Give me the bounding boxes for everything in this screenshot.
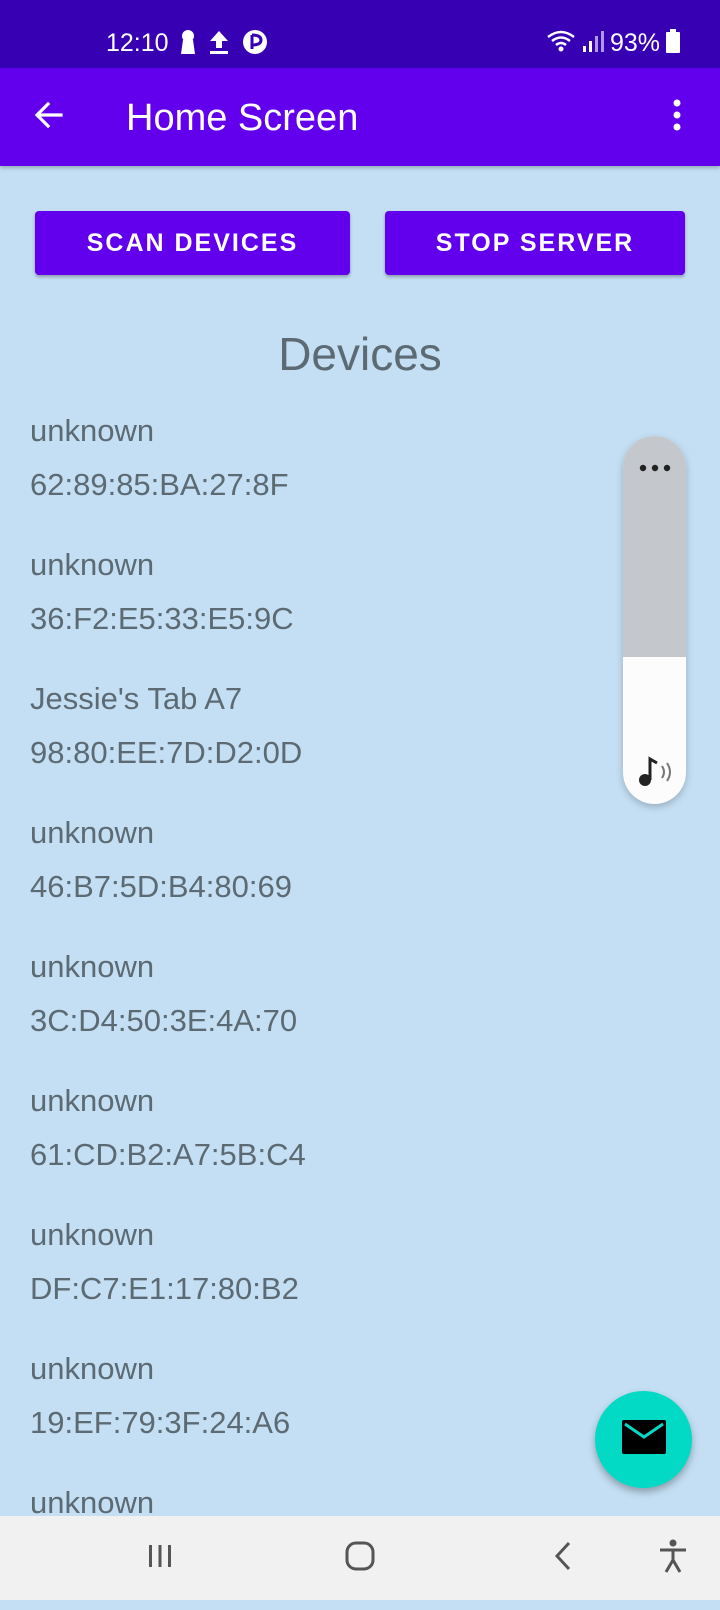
app-notification-icon	[242, 29, 268, 60]
device-address: 3C:D4:50:3E:4A:70	[30, 1003, 298, 1038]
accessibility-button[interactable]	[655, 1534, 691, 1582]
device-name: Jessie's Tab A7	[30, 681, 243, 716]
upload-icon	[208, 29, 230, 60]
wifi-icon	[546, 29, 576, 58]
device-item[interactable]: unknown 61:CD:B2:A7:5B:C4	[30, 1074, 590, 1208]
device-item[interactable]: unknown 46:B7:5D:B4:80:69	[30, 806, 590, 940]
send-mail-fab[interactable]	[595, 1391, 692, 1488]
device-name: unknown	[30, 413, 155, 448]
recent-apps-icon	[146, 1542, 174, 1575]
device-name: unknown	[30, 949, 155, 984]
devices-heading: Devices	[278, 328, 442, 380]
recent-apps-button[interactable]	[140, 1534, 180, 1582]
back-arrow-button[interactable]	[24, 92, 74, 142]
device-item[interactable]: unknown 62:89:85:BA:27:8F	[30, 404, 590, 538]
more-vert-icon	[672, 99, 682, 136]
system-nav-bar	[0, 1516, 720, 1600]
accessibility-icon	[658, 1539, 688, 1578]
mail-icon	[621, 1420, 666, 1459]
device-address: DF:C7:E1:17:80:B2	[30, 1271, 299, 1306]
status-system-icons: 93%	[546, 27, 680, 59]
device-name: unknown	[30, 815, 155, 850]
device-item[interactable]: unknown DF:C7:E1:17:80:B2	[30, 1208, 590, 1342]
device-list: unknown 62:89:85:BA:27:8F unknown 36:F2:…	[30, 404, 590, 1610]
device-name: unknown	[30, 1351, 155, 1386]
app-bar: Home Screen	[0, 68, 720, 166]
device-item[interactable]: unknown 36:F2:E5:33:E5:9C	[30, 538, 590, 672]
status-notification-icons	[180, 29, 268, 60]
device-address: 46:B7:5D:B4:80:69	[30, 869, 292, 904]
keyhole-icon	[180, 29, 196, 60]
device-item[interactable]: unknown 3C:D4:50:3E:4A:70	[30, 940, 590, 1074]
volume-more-button[interactable]	[623, 456, 686, 480]
page-title: Home Screen	[126, 97, 359, 139]
signal-icon	[582, 29, 604, 58]
scan-devices-button[interactable]: SCAN DEVICES	[35, 211, 350, 275]
device-address: 61:CD:B2:A7:5B:C4	[30, 1137, 306, 1172]
device-name: unknown	[30, 1083, 155, 1118]
home-button[interactable]	[340, 1534, 380, 1582]
home-icon	[344, 1540, 376, 1577]
device-address: 62:89:85:BA:27:8F	[30, 467, 289, 502]
device-address: 19:EF:79:3F:24:A6	[30, 1405, 291, 1440]
status-time: 12:10	[106, 29, 169, 57]
device-name: unknown	[30, 547, 155, 582]
device-item[interactable]: Jessie's Tab A7 98:80:EE:7D:D2:0D	[30, 672, 590, 806]
stop-server-button[interactable]: STOP SERVER	[385, 211, 685, 275]
device-item[interactable]: unknown 19:EF:79:3F:24:A6	[30, 1342, 590, 1476]
device-address: 36:F2:E5:33:E5:9C	[30, 601, 294, 636]
battery-percent: 93%	[609, 29, 660, 57]
back-button[interactable]	[545, 1534, 581, 1582]
media-volume-icon[interactable]	[636, 754, 676, 790]
status-bar: 12:10 93%	[0, 0, 720, 68]
volume-panel[interactable]	[623, 436, 686, 804]
back-arrow-icon	[33, 99, 65, 136]
back-icon	[551, 1540, 575, 1577]
overflow-menu-button[interactable]	[662, 92, 692, 142]
battery-icon	[666, 28, 680, 58]
device-name: unknown	[30, 1217, 155, 1252]
device-address: 98:80:EE:7D:D2:0D	[30, 735, 303, 770]
more-horiz-icon	[638, 459, 672, 477]
